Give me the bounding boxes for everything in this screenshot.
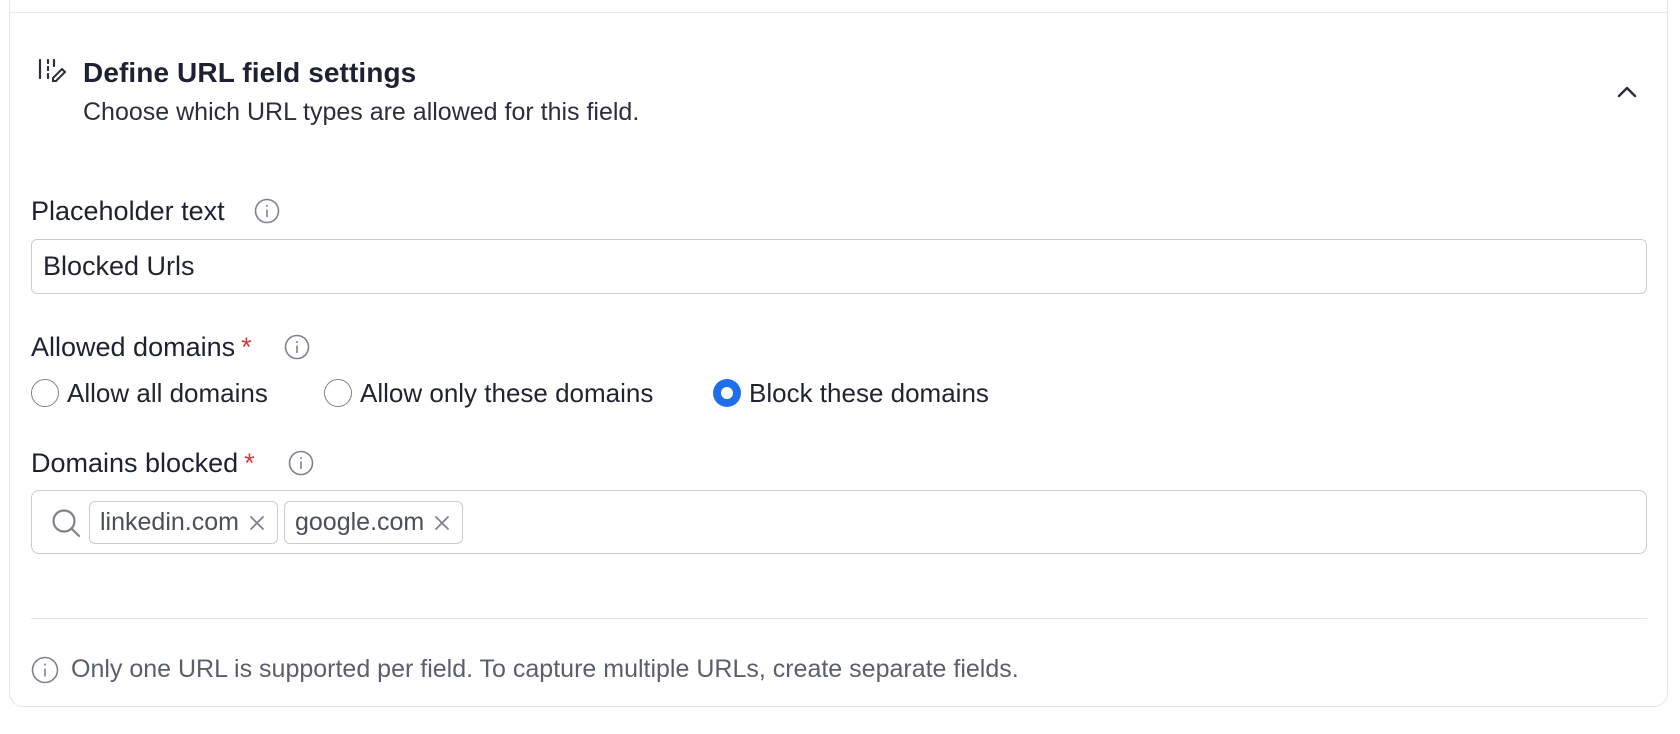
radio-allow-all-domains[interactable]: Allow all domains [31, 376, 268, 410]
radio-label: Allow all domains [67, 377, 268, 408]
domain-tag: google.com [284, 501, 464, 544]
info-icon [31, 656, 59, 684]
section-subtitle: Choose which URL types are allowed for t… [83, 98, 640, 126]
search-icon [52, 509, 81, 538]
section-title: Define URL field settings [83, 57, 417, 88]
info-icon[interactable] [284, 334, 310, 360]
radio-label: Block these domains [749, 377, 989, 408]
placeholder-text-label: Placeholder text [31, 196, 225, 226]
required-mark: * [244, 448, 255, 478]
radio-button[interactable] [324, 379, 352, 407]
close-icon[interactable] [432, 513, 452, 533]
radio-button-selected[interactable] [713, 379, 741, 407]
info-icon[interactable] [254, 198, 280, 224]
domains-blocked-input[interactable]: linkedin.com google.com [31, 490, 1647, 554]
required-mark: * [241, 332, 252, 362]
radio-block-these-domains[interactable]: Block these domains [713, 376, 989, 410]
placeholder-text-input[interactable] [31, 239, 1647, 294]
allowed-domains-label: Allowed domains * [31, 332, 252, 362]
close-icon[interactable] [247, 513, 267, 533]
footer-note: Only one URL is supported per field. To … [71, 655, 1019, 683]
domain-tag: linkedin.com [89, 501, 278, 544]
info-icon[interactable] [288, 450, 314, 476]
radio-label: Allow only these domains [360, 377, 654, 408]
domain-tag-label: linkedin.com [100, 508, 239, 536]
radio-button[interactable] [31, 379, 59, 407]
radio-allow-only-these-domains[interactable]: Allow only these domains [324, 376, 653, 410]
field-settings-icon [38, 58, 67, 82]
domain-tag-label: google.com [295, 508, 425, 536]
domains-blocked-label: Domains blocked * [31, 448, 255, 478]
chevron-up-icon[interactable] [1611, 76, 1643, 108]
top-divider [10, 12, 1667, 13]
footer-divider [31, 618, 1647, 619]
